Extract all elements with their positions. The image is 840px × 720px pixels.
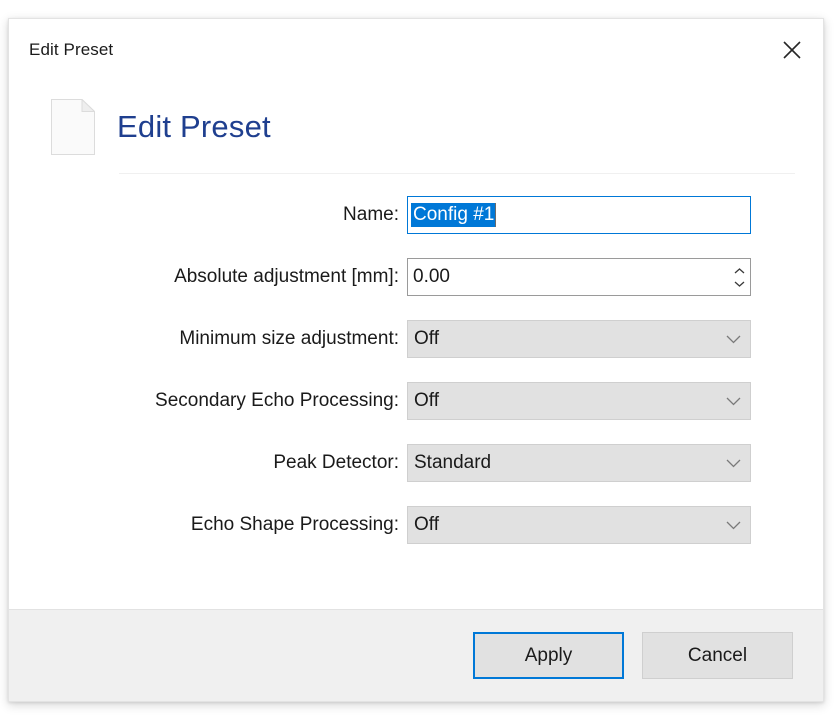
absolute-adjustment-value: 0.00 (413, 266, 450, 288)
document-icon (51, 99, 95, 155)
name-input[interactable]: Config #1 (407, 196, 751, 234)
form-row-peak-detector: Peak Detector: Standard (9, 444, 823, 482)
form-row-secondary-echo-processing: Secondary Echo Processing: Off (9, 382, 823, 420)
stepper-arrows[interactable] (728, 259, 750, 295)
name-label: Name: (9, 204, 407, 226)
window-title: Edit Preset (29, 40, 113, 60)
absolute-adjustment-stepper[interactable]: 0.00 (407, 258, 751, 296)
form-body: Name: Config #1 Absolute adjustment [mm]… (9, 174, 823, 609)
cancel-button[interactable]: Cancel (642, 632, 793, 679)
apply-button[interactable]: Apply (473, 632, 624, 679)
dialog-footer: Apply Cancel (9, 609, 823, 701)
form-row-echo-shape-processing: Echo Shape Processing: Off (9, 506, 823, 544)
secondary-echo-processing-select[interactable]: Off (407, 382, 751, 420)
echo-shape-processing-label: Echo Shape Processing: (9, 514, 407, 536)
secondary-echo-processing-label: Secondary Echo Processing: (9, 390, 407, 412)
echo-shape-processing-value: Off (414, 514, 439, 536)
minimum-size-adjustment-select[interactable]: Off (407, 320, 751, 358)
title-bar: Edit Preset (9, 19, 823, 81)
peak-detector-label: Peak Detector: (9, 452, 407, 474)
chevron-down-icon[interactable] (734, 281, 745, 287)
peak-detector-value: Standard (414, 452, 491, 474)
echo-shape-processing-select[interactable]: Off (407, 506, 751, 544)
minimum-size-adjustment-label: Minimum size adjustment: (9, 328, 407, 350)
absolute-adjustment-label: Absolute adjustment [mm]: (9, 266, 407, 288)
secondary-echo-processing-value: Off (414, 390, 439, 412)
peak-detector-select[interactable]: Standard (407, 444, 751, 482)
dialog-header: Edit Preset (9, 81, 823, 155)
chevron-down-icon[interactable] (716, 397, 750, 406)
chevron-down-icon[interactable] (716, 459, 750, 468)
edit-preset-dialog: Edit Preset Edit Preset Name: Config #1 (8, 18, 824, 702)
form-row-minimum-size-adjustment: Minimum size adjustment: Off (9, 320, 823, 358)
close-icon[interactable] (769, 27, 815, 73)
form-row-name: Name: Config #1 (9, 196, 823, 234)
chevron-down-icon[interactable] (716, 521, 750, 530)
text-caret (495, 203, 496, 227)
name-input-value: Config #1 (411, 203, 495, 227)
chevron-up-icon[interactable] (734, 268, 745, 274)
minimum-size-adjustment-value: Off (414, 328, 439, 350)
page-title: Edit Preset (117, 109, 271, 145)
chevron-down-icon[interactable] (716, 335, 750, 344)
form-row-absolute-adjustment: Absolute adjustment [mm]: 0.00 (9, 258, 823, 296)
